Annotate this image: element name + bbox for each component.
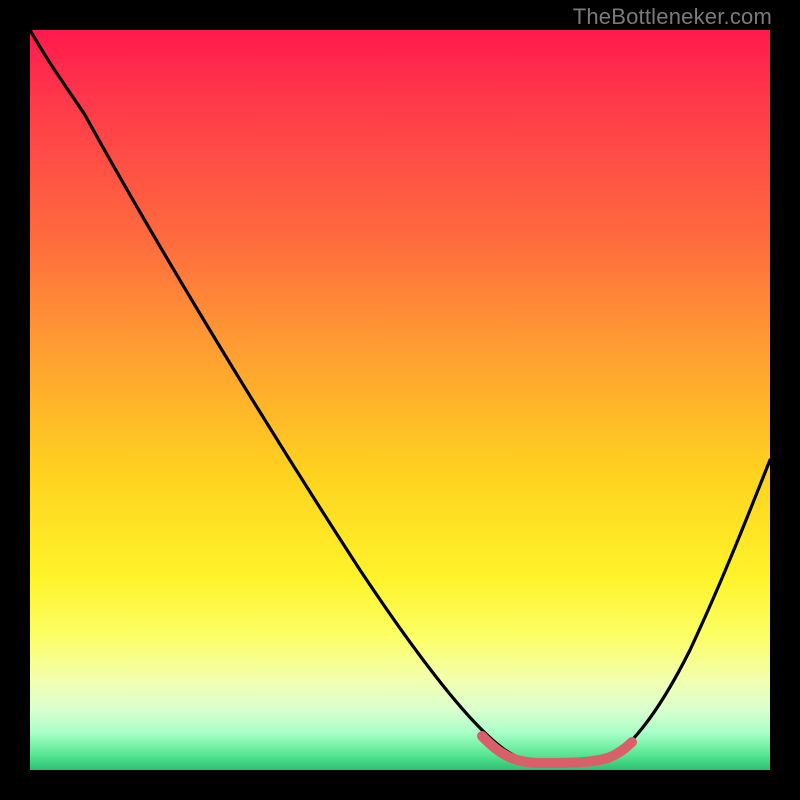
plot-area bbox=[30, 30, 770, 770]
chart-frame: TheBottleneker.com bbox=[0, 0, 800, 800]
curve-path bbox=[30, 30, 770, 763]
watermark-text: TheBottleneker.com bbox=[573, 4, 772, 30]
bottleneck-curve bbox=[30, 30, 770, 770]
highlight-segment bbox=[482, 736, 632, 763]
